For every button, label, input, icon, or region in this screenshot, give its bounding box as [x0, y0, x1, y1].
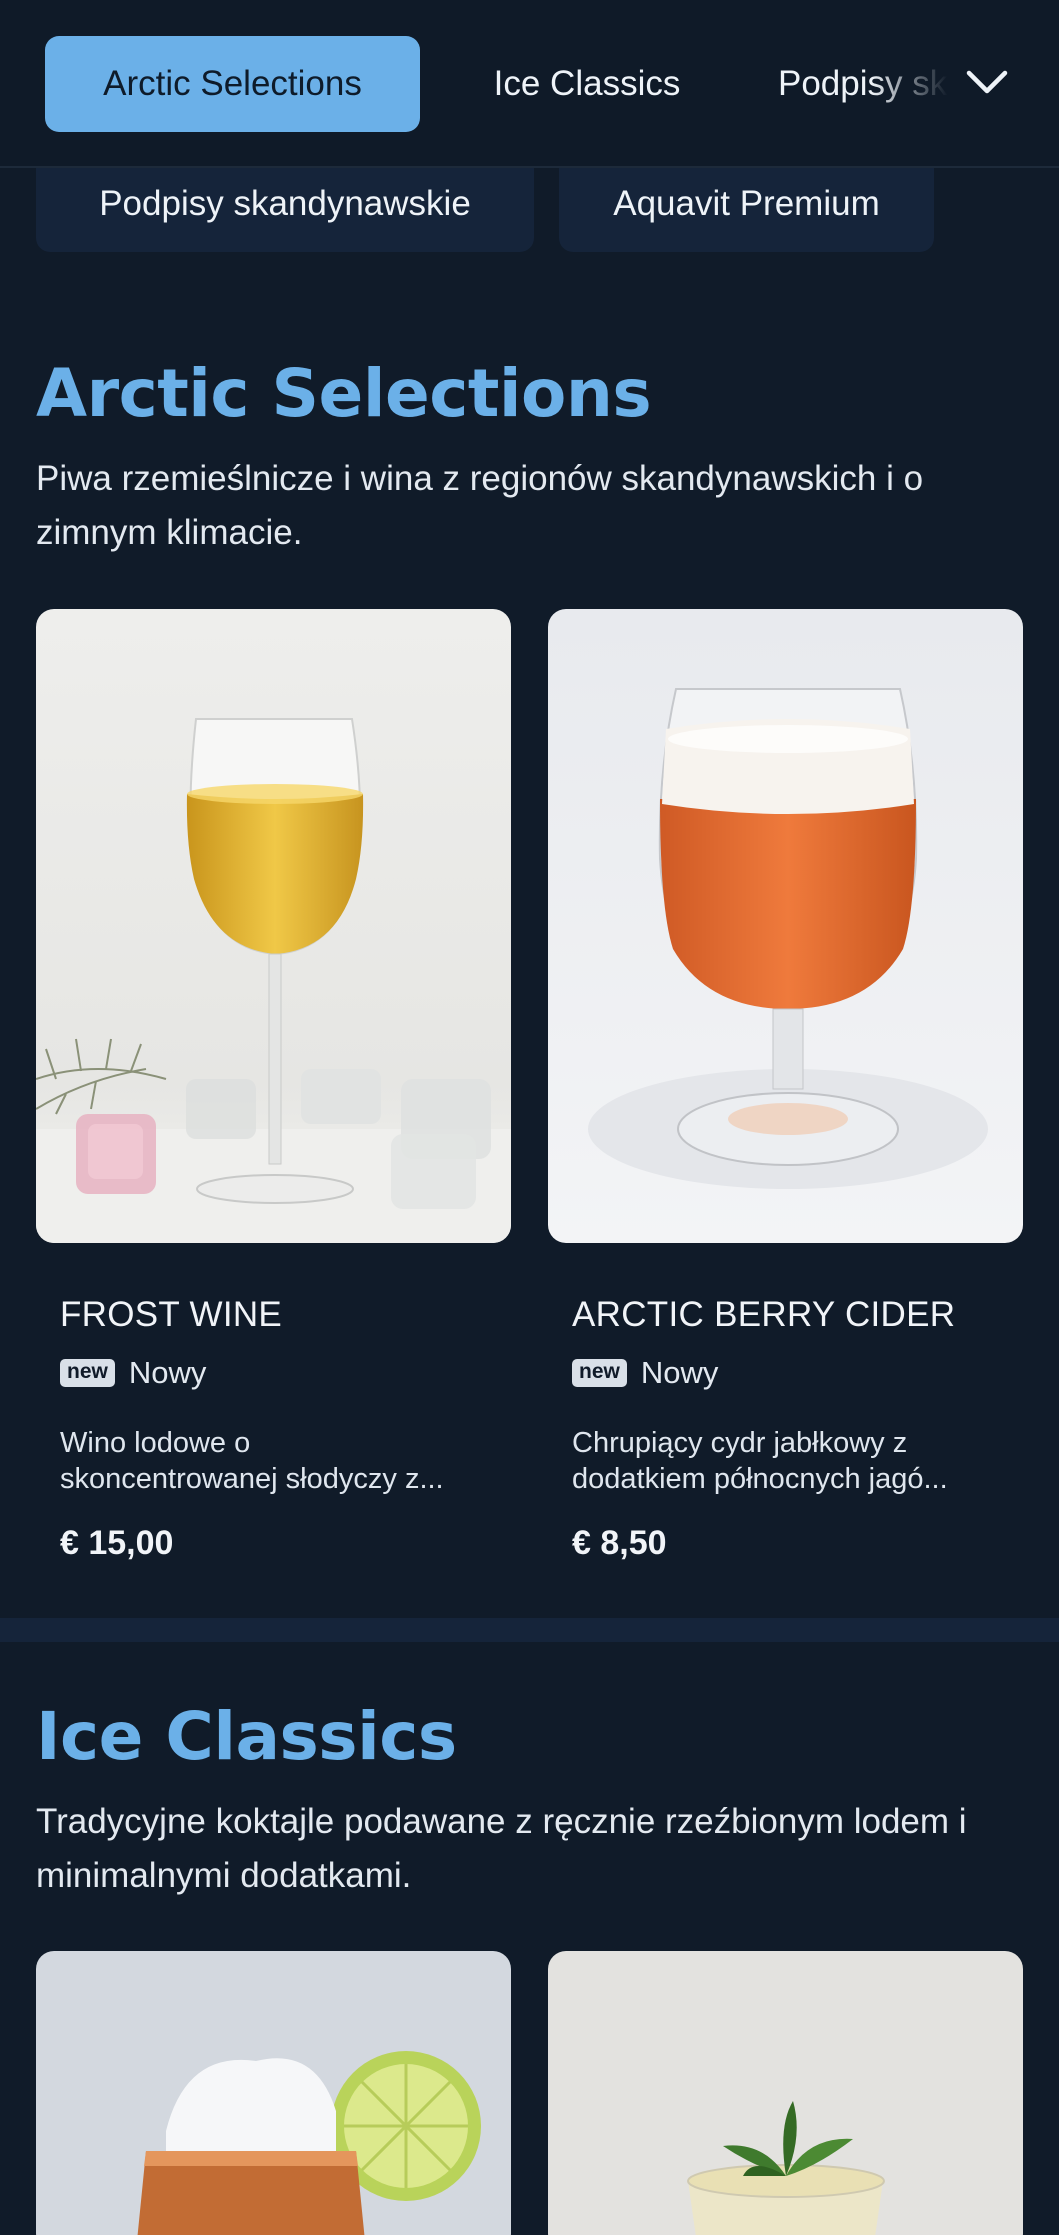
chevron-down-icon[interactable] — [960, 60, 1014, 106]
product-description: Wino lodowe o skoncentrowanej słodyczy z… — [60, 1425, 500, 1497]
product-name[interactable]: ARCTIC BERRY CIDER — [572, 1295, 955, 1335]
product-price: € 8,50 — [572, 1524, 667, 1562]
product-image-mint-cocktail[interactable] — [548, 1951, 1023, 2235]
copper-mug-icon — [36, 1951, 511, 2235]
new-badge-row: new Nowy — [572, 1355, 718, 1391]
new-badge-label: Nowy — [128, 1355, 207, 1390]
description-line: Wino lodowe o — [60, 1427, 251, 1459]
product-image-frost-wine[interactable] — [36, 609, 511, 1243]
new-badge: new — [60, 1359, 115, 1387]
section-title: Arctic Selections — [36, 355, 652, 432]
wine-glass-icon — [36, 609, 511, 1243]
new-badge-row: new Nowy — [60, 1355, 206, 1391]
section-divider — [0, 1618, 1059, 1642]
product-description: Chrupiący cydr jabłkowy z dodatkiem półn… — [572, 1425, 1012, 1497]
tab-podpisy-skandynawskie[interactable]: Podpisy skandynawskie — [778, 36, 948, 132]
product-image-copper-mug[interactable] — [36, 1951, 511, 2235]
section-title: Ice Classics — [36, 1698, 457, 1775]
description-line: Chrupiący cydr jabłkowy z — [572, 1427, 908, 1459]
section-description: Tradycyjne koktajle podawane z ręcznie r… — [36, 1802, 967, 1895]
product-name[interactable]: FROST WINE — [60, 1295, 282, 1335]
description-line: skoncentrowanej słodyczy z... — [60, 1463, 444, 1495]
new-badge: new — [572, 1359, 627, 1387]
menu-page: Arctic Selections Ice Classics Podpisy s… — [0, 0, 1059, 2235]
product-image-arctic-berry-cider[interactable] — [548, 609, 1023, 1243]
tab-arctic-selections[interactable]: Arctic Selections — [45, 36, 420, 132]
section-description: Piwa rzemieślnicze i wina z regionów ska… — [36, 459, 924, 552]
tab-ice-classics[interactable]: Ice Classics — [462, 36, 712, 132]
mint-cocktail-icon — [548, 1951, 1023, 2235]
category-nav-bar: Arctic Selections Ice Classics Podpisy s… — [0, 0, 1059, 168]
description-line: dodatkiem północnych jagó... — [572, 1463, 948, 1495]
new-badge-label: Nowy — [640, 1355, 719, 1390]
cider-glass-icon — [548, 609, 1023, 1243]
product-price: € 15,00 — [60, 1524, 174, 1562]
